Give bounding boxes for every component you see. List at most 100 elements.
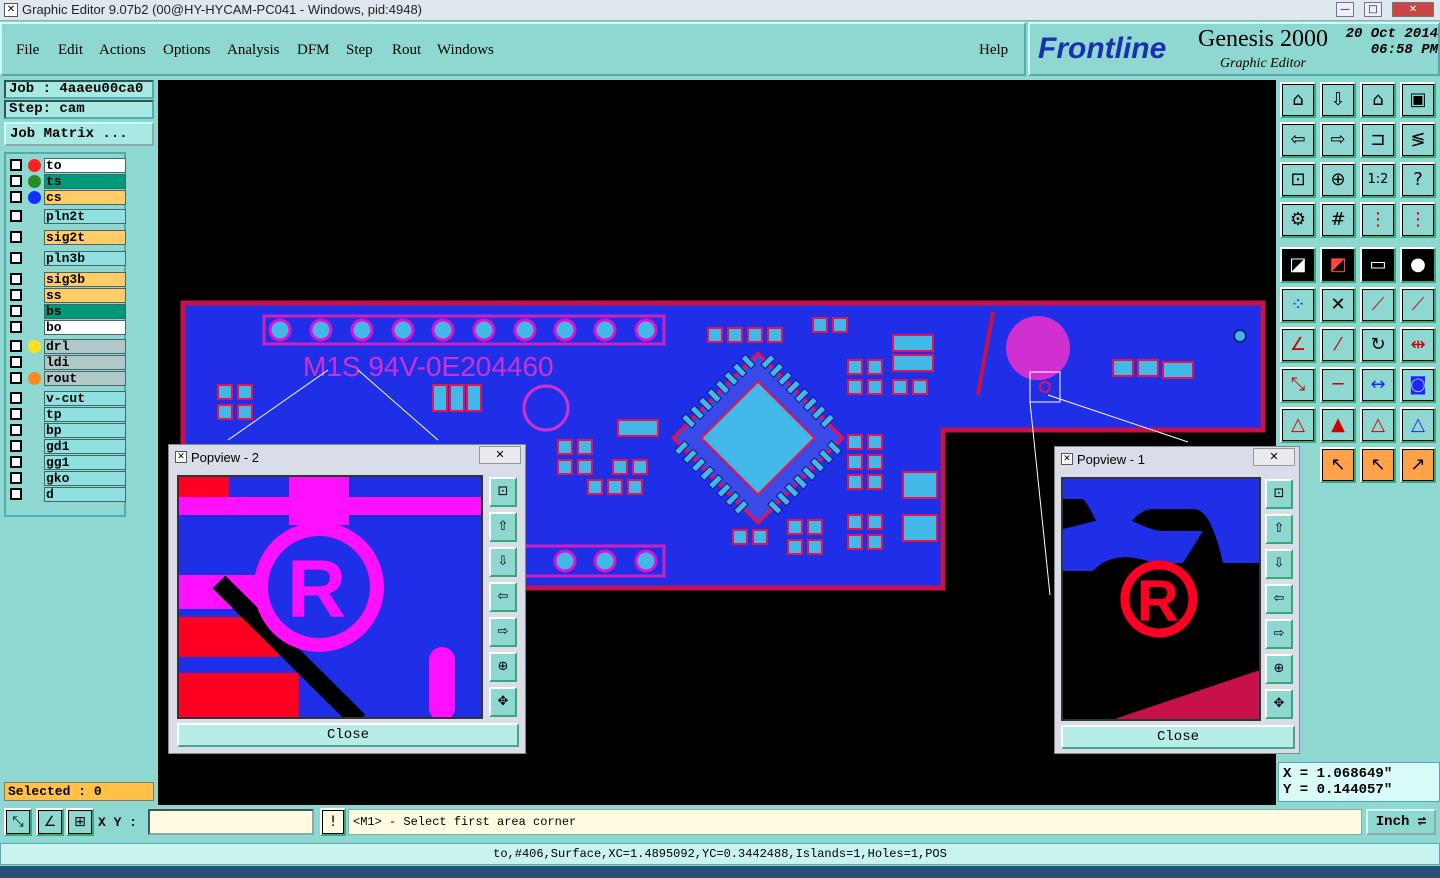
pv2-fit-icon[interactable]: ⊕ — [489, 652, 517, 682]
layer-row-ts[interactable]: ts — [8, 174, 126, 189]
settings-icon[interactable]: ⚙ — [1280, 202, 1316, 238]
line-icon[interactable]: ⟋ — [1360, 287, 1396, 323]
pv2-right-icon[interactable]: ⇨ — [489, 617, 517, 647]
select-icon[interactable]: ◪ — [1280, 247, 1316, 283]
layer-row-bo[interactable]: bo — [8, 320, 126, 335]
layer-checkbox[interactable] — [10, 289, 22, 301]
rotate-icon[interactable]: ↻ — [1360, 327, 1396, 363]
pointer-alt-icon[interactable]: ↖ — [1360, 447, 1396, 483]
layer-checkbox[interactable] — [10, 392, 22, 404]
layer-name[interactable]: ldi — [44, 355, 126, 370]
help-icon[interactable]: ? — [1400, 162, 1436, 198]
line-alt-icon[interactable]: ⟋ — [1400, 287, 1436, 323]
layer-checkbox[interactable] — [10, 273, 22, 285]
split-icon[interactable]: ─ — [1320, 367, 1356, 403]
layer-name[interactable]: sig2t — [44, 230, 126, 245]
layer-row-pln2t[interactable]: pln2t — [8, 209, 126, 224]
layer-name[interactable]: gd1 — [44, 439, 126, 454]
pv1-up-icon[interactable]: ⇧ — [1265, 514, 1293, 544]
pad-icon[interactable]: ● — [1400, 247, 1436, 283]
maximize-button[interactable]: □ — [1364, 2, 1382, 17]
triangle-up-icon[interactable]: ▲ — [1320, 407, 1356, 443]
triangle-alt-icon[interactable]: △ — [1360, 407, 1396, 443]
layer-row-ss[interactable]: ss — [8, 288, 126, 303]
grid-icon[interactable]: # — [1320, 202, 1356, 238]
triangle-blue-icon[interactable]: △ — [1400, 407, 1436, 443]
layer-row-d[interactable]: d — [8, 487, 126, 502]
popview-1-canvas[interactable]: R — [1061, 477, 1261, 721]
layer-row-sig3b[interactable]: sig3b — [8, 272, 126, 287]
popview-2-canvas[interactable]: R — [177, 475, 483, 719]
layer-name[interactable]: bp — [44, 423, 126, 438]
layer-checkbox[interactable] — [10, 456, 22, 468]
zoom-out-icon[interactable]: ⇩ — [1320, 82, 1356, 118]
layer-checkbox[interactable] — [10, 175, 22, 187]
minimize-button[interactable]: — — [1336, 2, 1354, 17]
layer-row-to[interactable]: to — [8, 158, 126, 173]
layer-checkbox[interactable] — [10, 305, 22, 317]
shape-icon[interactable]: ◙ — [1400, 367, 1436, 403]
layer-checkbox[interactable] — [10, 340, 22, 352]
menu-help[interactable]: Help — [979, 42, 1008, 59]
corner-tool-icon[interactable]: ⤡ — [4, 808, 32, 836]
menu-analysis[interactable]: Analysis — [227, 42, 280, 59]
layer-row-rout[interactable]: rout — [8, 371, 126, 386]
popview-close-x[interactable]: ✕ — [1253, 448, 1295, 466]
pv2-down-icon[interactable]: ⇩ — [489, 547, 517, 577]
menu-dfm[interactable]: DFM — [297, 42, 330, 59]
layer-row-pln3b[interactable]: pln3b — [8, 251, 126, 266]
job-matrix-button[interactable]: Job Matrix ... — [4, 122, 154, 146]
pan-right-icon[interactable]: ⇨ — [1320, 122, 1356, 158]
snap-alt-icon[interactable]: ⋮ — [1400, 202, 1436, 238]
menu-edit[interactable]: Edit — [58, 42, 83, 59]
redraw-icon[interactable]: ≶ — [1400, 122, 1436, 158]
angle-tool-icon[interactable]: ∠ — [36, 808, 64, 836]
window-icon[interactable]: ▣ — [1400, 82, 1436, 118]
layer-name[interactable]: v-cut — [44, 391, 126, 406]
popview-2-close-button[interactable]: Close — [177, 723, 519, 747]
menu-file[interactable]: File — [16, 42, 39, 59]
layer-checkbox[interactable] — [10, 210, 22, 222]
layer-checkbox[interactable] — [10, 472, 22, 484]
cross-icon[interactable]: ✕ — [1320, 287, 1356, 323]
move-icon[interactable]: ⤡ — [1280, 367, 1316, 403]
grid-tool-icon[interactable]: ⊞ — [66, 808, 94, 836]
menu-windows[interactable]: Windows — [437, 42, 494, 59]
triangle-icon[interactable]: △ — [1280, 407, 1316, 443]
layer-row-ldi[interactable]: ldi — [8, 355, 126, 370]
layer-row-drl[interactable]: drl — [8, 339, 126, 354]
menu-actions[interactable]: Actions — [99, 42, 146, 59]
pv1-right-icon[interactable]: ⇨ — [1265, 619, 1293, 649]
pointer-multi-icon[interactable]: ↗ — [1400, 447, 1436, 483]
layer-checkbox[interactable] — [10, 424, 22, 436]
layer-checkbox[interactable] — [10, 440, 22, 452]
xy-input[interactable] — [148, 809, 314, 835]
ruler-icon[interactable]: ▭ — [1360, 247, 1396, 283]
pv2-left-icon[interactable]: ⇦ — [489, 582, 517, 612]
close-window-button[interactable]: ✕ — [1392, 2, 1434, 17]
pv2-up-icon[interactable]: ⇧ — [489, 512, 517, 542]
angle-icon[interactable]: ∠ — [1280, 327, 1316, 363]
zoom-center-icon[interactable]: ⊕ — [1320, 162, 1356, 198]
menu-step[interactable]: Step — [346, 42, 373, 59]
measure-icon[interactable]: ↔ — [1360, 367, 1396, 403]
diagonal-icon[interactable]: ⁄ — [1320, 327, 1356, 363]
pv1-left-icon[interactable]: ⇦ — [1265, 584, 1293, 614]
layer-name[interactable]: gg1 — [44, 455, 126, 470]
layer-checkbox[interactable] — [10, 488, 22, 500]
layer-row-bp[interactable]: bp — [8, 423, 126, 438]
layer-row-gg1[interactable]: gg1 — [8, 455, 126, 470]
layer-checkbox[interactable] — [10, 321, 22, 333]
fill-icon[interactable]: ◩ — [1320, 247, 1356, 283]
pv1-center-icon[interactable]: ✥ — [1265, 689, 1293, 719]
layer-row-gd1[interactable]: gd1 — [8, 439, 126, 454]
pv1-fit-icon[interactable]: ⊕ — [1265, 654, 1293, 684]
layer-row-bs[interactable]: bs — [8, 304, 126, 319]
pv2-zoom-icon[interactable]: ⊡ — [489, 477, 517, 507]
home-icon[interactable]: ⌂ — [1360, 82, 1396, 118]
layer-checkbox[interactable] — [10, 252, 22, 264]
layer-name[interactable]: bo — [44, 320, 126, 335]
pv2-center-icon[interactable]: ✥ — [489, 687, 517, 717]
layer-row-v-cut[interactable]: v-cut — [8, 391, 126, 406]
layer-row-sig2t[interactable]: sig2t — [8, 230, 126, 245]
